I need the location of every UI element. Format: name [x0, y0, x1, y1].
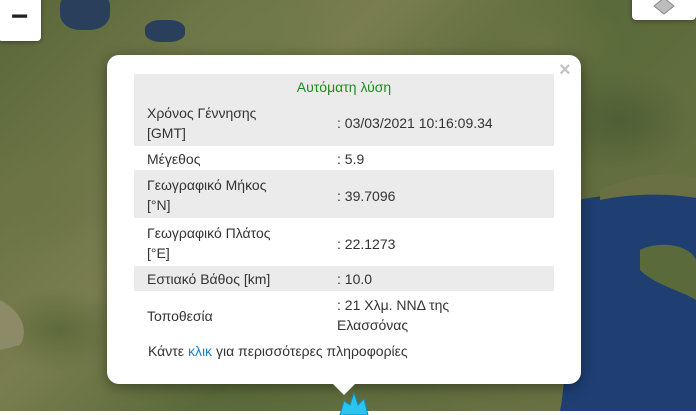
info-row-origin-time: Χρόνος Γέννησης [GMT] : 03/03/2021 10:16…	[134, 100, 554, 146]
more-info-suffix: για περισσότερες πληροφορίες	[215, 343, 408, 359]
popup-title: Αυτόματη λύση	[134, 74, 554, 100]
earthquake-marker-icon[interactable]	[336, 391, 372, 415]
more-info-link[interactable]: κλικ	[188, 343, 212, 359]
row-label: Γεωγραφικό Πλάτος [°E]	[147, 225, 271, 261]
row-value: : 10.0	[337, 271, 373, 287]
info-row-depth: Εστιακό Βάθος [km] : 10.0	[134, 266, 554, 291]
more-info-line: Κάντε κλικ για περισσότερες πληροφορίες	[148, 343, 408, 359]
info-row-magnitude: Μέγεθος : 5.9	[134, 146, 554, 170]
row-label: Μέγεθος	[147, 151, 201, 167]
row-label: Εστιακό Βάθος [km]	[147, 271, 271, 287]
zoom-out-button[interactable]: −	[0, 0, 41, 41]
layers-control-button[interactable]	[632, 0, 696, 20]
close-popup-button[interactable]: ×	[559, 60, 571, 80]
row-label: Χρόνος Γέννησης [GMT]	[147, 105, 257, 141]
info-row-longitude: Γεωγραφικό Πλάτος [°E] : 22.1273	[134, 218, 554, 266]
more-info-prefix: Κάντε	[148, 343, 185, 359]
info-row-location: Τοποθεσία : 21 Χλμ. ΝΝΔ της Ελασσόνας	[134, 291, 554, 339]
row-value: : 03/03/2021 10:16:09.34	[337, 115, 493, 131]
row-value: : 21 Χλμ. ΝΝΔ της Ελασσόνας	[337, 297, 450, 333]
row-value: : 39.7096	[337, 188, 396, 204]
earthquake-info-popup: × Αυτόματη λύση Χρόνος Γέννησης [GMT] : …	[107, 55, 581, 384]
row-value: : 5.9	[337, 151, 365, 167]
layers-icon	[653, 0, 675, 15]
row-label: Γεωγραφικό Μήκος [°N]	[147, 177, 267, 213]
zoom-out-label: −	[10, 0, 29, 33]
info-row-latitude: Γεωγραφικό Μήκος [°N] : 39.7096	[134, 170, 554, 218]
row-label: Τοποθεσία	[147, 308, 213, 324]
row-value: : 22.1273	[337, 236, 396, 252]
